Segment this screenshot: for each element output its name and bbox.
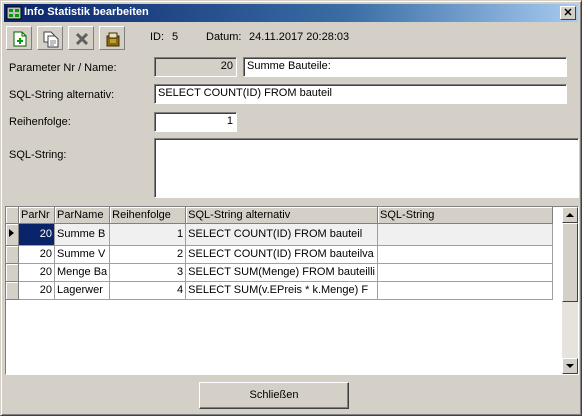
copy-record-button[interactable] — [37, 26, 63, 50]
row-indicator-header — [6, 207, 19, 224]
column-header-sql-alt[interactable]: SQL-String alternativ — [185, 207, 379, 224]
cell-parnr[interactable]: 20 — [18, 223, 55, 246]
copy-record-icon — [43, 31, 59, 48]
cell-reihenfolge[interactable]: 4 — [109, 281, 187, 300]
row-indicator[interactable] — [6, 281, 19, 300]
new-record-icon — [13, 31, 27, 47]
cell-parname[interactable]: Lagerwer — [54, 281, 111, 300]
cell-parnr[interactable]: 20 — [18, 245, 55, 264]
table-row[interactable]: 20 Menge Ba 3 SELECT SUM(Menge) FROM bau… — [6, 263, 554, 282]
order-field[interactable]: 1 — [154, 112, 237, 132]
row-indicator[interactable] — [6, 245, 19, 264]
param-name-field[interactable]: Summe Bauteile: — [243, 57, 567, 77]
table-row[interactable]: 20 Lagerwer 4 SELECT SUM(v.EPreis * k.Me… — [6, 281, 554, 300]
scroll-up-button[interactable] — [562, 207, 578, 223]
cell-sql-alt[interactable]: SELECT COUNT(ID) FROM bauteil — [185, 223, 379, 246]
dialog-window: Info Statistik bearbeiten ✕ ID: 5 Datum:… — [0, 0, 582, 416]
arrow-up-icon — [566, 213, 574, 217]
delete-button[interactable] — [68, 26, 94, 50]
cell-parname[interactable]: Summe B — [54, 223, 111, 246]
table-row[interactable]: 20 Summe B 1 SELECT COUNT(ID) FROM baute… — [6, 223, 554, 246]
cell-reihenfolge[interactable]: 1 — [109, 223, 187, 246]
order-label: Reihenfolge: — [9, 116, 71, 128]
sql-label: SQL-String: — [9, 149, 67, 161]
cell-parnr[interactable]: 20 — [18, 263, 55, 282]
new-record-button[interactable] — [6, 26, 32, 50]
cell-parname[interactable]: Menge Ba — [54, 263, 111, 282]
vertical-scrollbar[interactable] — [562, 207, 578, 374]
cell-reihenfolge[interactable]: 2 — [109, 245, 187, 264]
cell-sql-alt[interactable]: SELECT COUNT(ID) FROM bauteilva — [185, 245, 379, 264]
row-indicator[interactable] — [6, 223, 19, 246]
column-header-parname[interactable]: ParName — [54, 207, 111, 224]
table-row[interactable]: 20 Summe V 2 SELECT COUNT(ID) FROM baute… — [6, 245, 554, 264]
column-header-sql[interactable]: SQL-String — [377, 207, 554, 224]
statistics-grid: ParNr ParName Reihenfolge SQL-String alt… — [5, 206, 579, 375]
cell-parnr[interactable]: 20 — [18, 281, 55, 300]
window-title: Info Statistik bearbeiten — [24, 6, 149, 18]
id-label: ID: — [150, 31, 165, 43]
close-icon[interactable]: ✕ — [560, 6, 576, 20]
cell-sql[interactable] — [377, 263, 554, 282]
param-label: Parameter Nr / Name: — [9, 62, 117, 74]
id-value: 5 — [172, 31, 179, 43]
datum-value: 24.11.2017 20:28:03 — [249, 31, 350, 43]
row-indicator[interactable] — [6, 263, 19, 282]
cell-parname[interactable]: Summe V — [54, 245, 111, 264]
title-bar[interactable]: Info Statistik bearbeiten ✕ — [4, 4, 578, 22]
grid-header-row: ParNr ParName Reihenfolge SQL-String alt… — [6, 207, 554, 224]
app-icon — [6, 6, 22, 20]
scroll-down-button[interactable] — [562, 358, 578, 374]
close-button[interactable]: Schließen — [199, 382, 349, 409]
scroll-thumb[interactable] — [562, 223, 578, 302]
param-nr-field[interactable]: 20 — [154, 57, 237, 77]
column-header-parnr[interactable]: ParNr — [18, 207, 55, 224]
cell-sql[interactable] — [377, 245, 554, 264]
sql-textarea[interactable] — [154, 138, 579, 198]
sql-alt-field[interactable]: SELECT COUNT(ID) FROM bauteil — [154, 84, 567, 104]
arrow-down-icon — [566, 364, 574, 368]
cell-reihenfolge[interactable]: 3 — [109, 263, 187, 282]
cell-sql[interactable] — [377, 281, 554, 300]
cell-sql[interactable] — [377, 223, 554, 246]
delete-icon — [75, 32, 89, 46]
column-header-reihenfolge[interactable]: Reihenfolge — [109, 207, 187, 224]
sql-alt-label: SQL-String alternativ: — [9, 89, 115, 101]
datum-label: Datum: — [206, 31, 242, 43]
archive-icon — [106, 32, 120, 47]
archive-button[interactable] — [99, 26, 125, 50]
cell-sql-alt[interactable]: SELECT SUM(Menge) FROM bauteilli — [185, 263, 379, 282]
current-row-arrow-icon — [9, 228, 14, 237]
cell-sql-alt[interactable]: SELECT SUM(v.EPreis * k.Menge) F — [185, 281, 379, 300]
